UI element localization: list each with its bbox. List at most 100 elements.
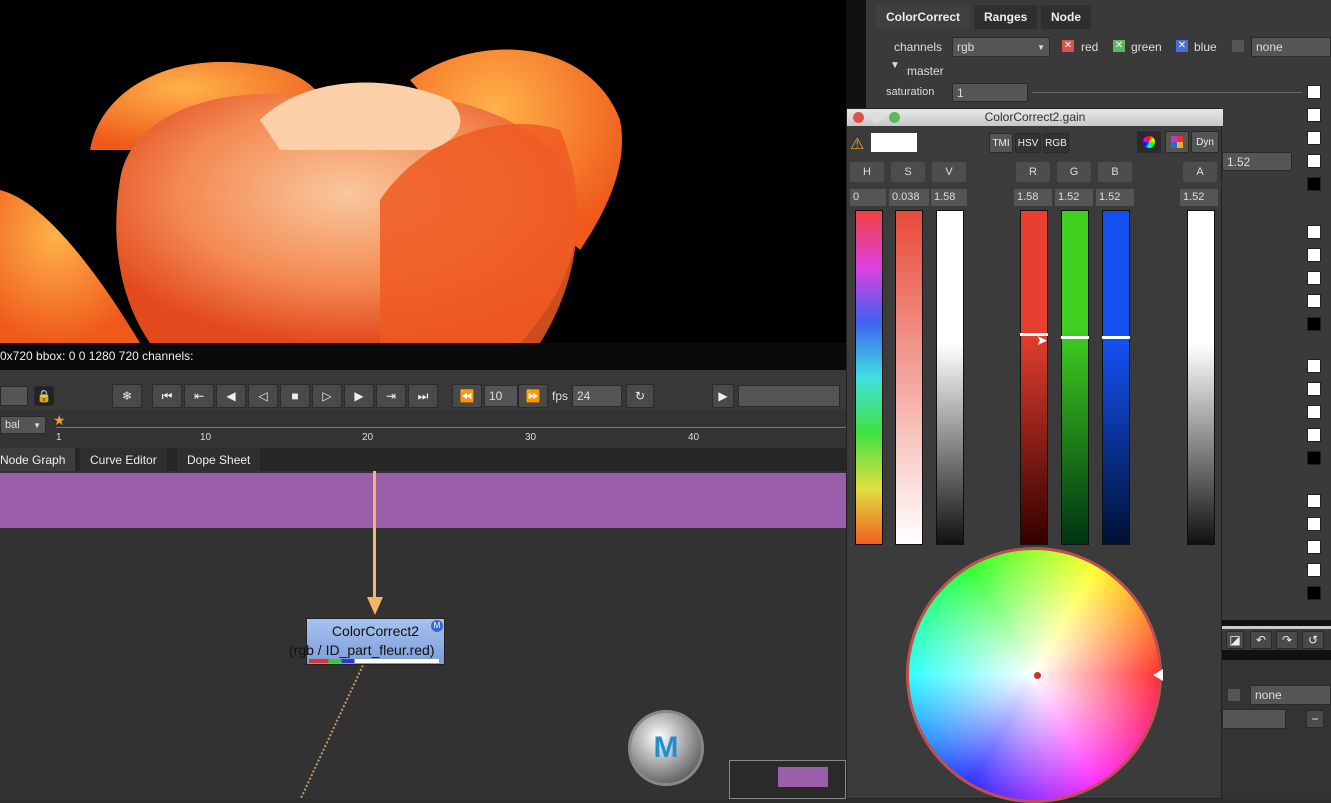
step-back-button[interactable]: ◀ <box>216 384 246 408</box>
mode-tmi[interactable]: TMI <box>989 133 1013 153</box>
tab-curve-editor[interactable]: Curve Editor <box>80 448 167 471</box>
color-wheel-icon[interactable] <box>1137 131 1161 153</box>
color-swatch-button[interactable] <box>1307 540 1321 554</box>
channel-h-button[interactable]: H <box>850 162 884 182</box>
first-frame-button[interactable]: ⏮ <box>152 384 182 408</box>
snowflake-icon[interactable]: ❄ <box>112 384 142 408</box>
mask-dropdown[interactable]: none <box>1251 37 1331 57</box>
color-swatch-button[interactable] <box>1307 271 1321 285</box>
channels-dropdown[interactable]: rgb ▼ <box>952 37 1050 57</box>
next-keyframe-button[interactable]: ⇥ <box>376 384 406 408</box>
redo-icon[interactable]: ↷ <box>1276 631 1298 649</box>
tab-colorcorrect[interactable]: ColorCorrect <box>876 5 971 29</box>
mode-hsv[interactable]: HSV <box>1015 133 1041 153</box>
color-swatch-button[interactable] <box>1307 563 1321 577</box>
color-swatch[interactable] <box>871 133 917 152</box>
skip-back-button[interactable]: ⏪ <box>452 384 482 408</box>
slider-r[interactable] <box>1020 210 1048 545</box>
timeline[interactable]: bal ▼ ★ 1 10 20 30 40 <box>0 410 846 448</box>
value-h[interactable]: 0 <box>850 189 886 206</box>
flipbook-icon[interactable]: ▶ <box>712 384 734 408</box>
play-backward-button[interactable]: ◁ <box>248 384 278 408</box>
prev-keyframe-button[interactable]: ⇤ <box>184 384 214 408</box>
color-swatch-button[interactable] <box>1307 517 1321 531</box>
color-swatch-button[interactable] <box>1307 405 1321 419</box>
swatches-icon[interactable] <box>1165 131 1189 153</box>
undo-icon[interactable]: ↶ <box>1250 631 1272 649</box>
color-swatch-button[interactable] <box>1307 451 1321 465</box>
minus-button[interactable]: − <box>1306 710 1324 728</box>
timeline-mode-dropdown[interactable]: bal ▼ <box>0 416 46 434</box>
value-a[interactable]: 1.52 <box>1180 189 1218 206</box>
revert-icon[interactable]: ↺ <box>1302 631 1324 649</box>
zoom-icon[interactable] <box>889 112 900 123</box>
master-expand-icon[interactable]: ▼ <box>890 60 900 71</box>
color-swatch-button[interactable] <box>1307 225 1321 239</box>
color-swatch-button[interactable] <box>1307 359 1321 373</box>
channel-a-button[interactable]: A <box>1183 162 1217 182</box>
channel-r-button[interactable]: R <box>1016 162 1050 182</box>
close-icon[interactable] <box>853 112 864 123</box>
color-swatch-button[interactable] <box>1307 586 1321 600</box>
color-swatch-button[interactable] <box>1307 248 1321 262</box>
play-forward-button[interactable]: ▷ <box>312 384 342 408</box>
tab-dope-sheet[interactable]: Dope Sheet <box>177 448 261 471</box>
color-swatch-button[interactable] <box>1307 154 1321 168</box>
slider-handle-b[interactable] <box>1102 336 1130 339</box>
node-graph[interactable]: ColorCorrect2 M (rgb / ID_part_fleur.red… <box>0 471 846 799</box>
color-swatch-button[interactable] <box>1307 382 1321 396</box>
wheel-picker-dot[interactable] <box>1033 671 1042 680</box>
bypass-icon[interactable]: ◪ <box>1226 631 1244 649</box>
value-s[interactable]: 0.038 <box>889 189 929 206</box>
bottom-dropdown[interactable] <box>1222 709 1286 729</box>
frame-field[interactable] <box>0 386 28 406</box>
tab-ranges[interactable]: Ranges <box>974 5 1038 29</box>
loop-icon[interactable]: ↻ <box>626 384 654 408</box>
playhead-icon[interactable]: ★ <box>53 412 66 429</box>
value-r[interactable]: 1.58 <box>1014 189 1052 206</box>
step-forward-button[interactable]: ▶ <box>344 384 374 408</box>
backdrop-node[interactable] <box>0 473 846 528</box>
color-swatch-button[interactable] <box>1307 494 1321 508</box>
saturation-field[interactable]: 1 <box>952 83 1028 102</box>
saturation-slider[interactable] <box>1032 92 1302 93</box>
node-graph-minimap[interactable] <box>729 760 846 799</box>
increment-field[interactable]: 10 <box>484 385 518 407</box>
minimize-icon[interactable] <box>871 112 882 123</box>
mode-rgb[interactable]: RGB <box>1043 133 1069 153</box>
bottom-checkbox[interactable] <box>1228 689 1240 701</box>
tab-node-graph[interactable]: Node Graph <box>0 448 76 471</box>
slider-v[interactable] <box>936 210 964 545</box>
slider-handle-g[interactable] <box>1061 336 1089 339</box>
value-b[interactable]: 1.52 <box>1096 189 1134 206</box>
viewer-input-field[interactable] <box>738 385 840 407</box>
slider-s[interactable] <box>895 210 923 545</box>
color-swatch-button[interactable] <box>1307 294 1321 308</box>
title-bar[interactable]: ColorCorrect2.gain <box>847 109 1223 126</box>
color-swatch-button[interactable] <box>1307 108 1321 122</box>
slider-a[interactable] <box>1187 210 1215 545</box>
checkbox-green[interactable]: ✕ <box>1113 40 1125 52</box>
slider-h[interactable] <box>855 210 883 545</box>
gain-field[interactable]: 1.52 <box>1222 152 1292 171</box>
color-swatch-button[interactable] <box>1307 177 1321 191</box>
slider-b[interactable] <box>1102 210 1130 545</box>
viewer[interactable] <box>0 0 846 343</box>
skip-forward-button[interactable]: ⏩ <box>518 384 548 408</box>
bottom-none-dropdown[interactable]: none <box>1250 685 1331 705</box>
wheel-value-marker-icon[interactable] <box>1153 669 1163 681</box>
fps-field[interactable]: 24 <box>572 385 622 407</box>
channel-g-button[interactable]: G <box>1057 162 1091 182</box>
stop-button[interactable]: ■ <box>280 384 310 408</box>
value-v[interactable]: 1.58 <box>931 189 967 206</box>
channel-v-button[interactable]: V <box>932 162 966 182</box>
checkbox-red[interactable]: ✕ <box>1062 40 1074 52</box>
slider-g[interactable] <box>1061 210 1089 545</box>
color-swatch-button[interactable] <box>1307 85 1321 99</box>
checkbox-mask[interactable] <box>1232 40 1244 52</box>
dyn-button[interactable]: Dyn <box>1191 131 1219 153</box>
channel-s-button[interactable]: S <box>891 162 925 182</box>
last-frame-button[interactable]: ⏭ <box>408 384 438 408</box>
channel-b-button[interactable]: B <box>1098 162 1132 182</box>
color-swatch-button[interactable] <box>1307 317 1321 331</box>
